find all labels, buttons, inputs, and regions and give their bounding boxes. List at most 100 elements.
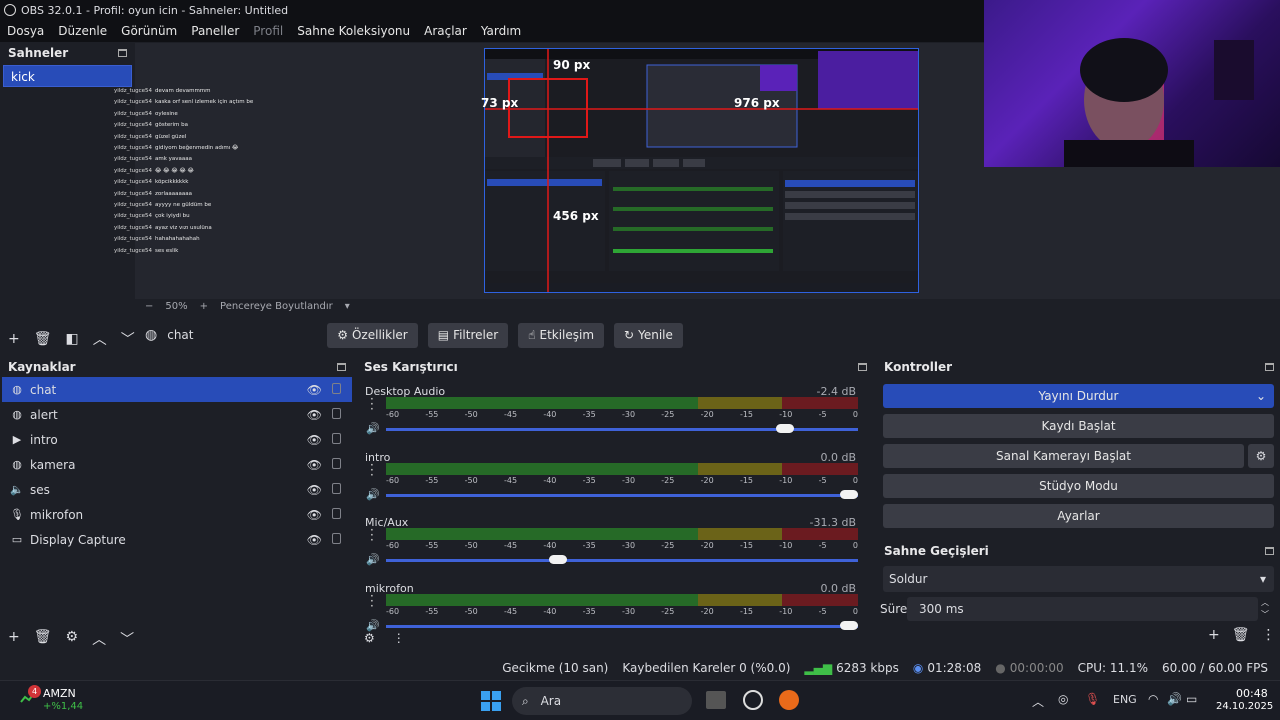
transition-select[interactable]: Soldur ▾ bbox=[883, 566, 1274, 592]
undock-icon[interactable] bbox=[1265, 363, 1274, 371]
source-settings-icon[interactable]: ⚙ bbox=[66, 629, 79, 649]
delete-scene-icon[interactable]: 🗑 bbox=[34, 331, 52, 347]
volume-slider-handle[interactable] bbox=[549, 555, 568, 564]
volume-slider-handle[interactable] bbox=[840, 489, 858, 499]
source-item[interactable]: ▶ intro 👁 bbox=[2, 427, 352, 452]
menu-sahne-koleksiyonu[interactable]: Sahne Koleksiyonu bbox=[297, 24, 410, 38]
lock-icon[interactable] bbox=[332, 533, 341, 544]
source-item[interactable]: ▭ Display Capture 👁 bbox=[2, 527, 352, 552]
source-item[interactable]: ◍ chat 👁 bbox=[2, 377, 352, 402]
clock-date[interactable]: 24.10.2025 bbox=[1216, 701, 1273, 712]
eye-icon[interactable]: 👁 bbox=[307, 533, 322, 547]
channel-menu-icon[interactable]: · · · bbox=[370, 459, 374, 481]
language-indicator[interactable]: ENG bbox=[1113, 693, 1137, 706]
lock-icon[interactable] bbox=[332, 483, 341, 494]
stop-stream-button[interactable]: Yayını Durdur ⌄ bbox=[883, 384, 1274, 408]
eye-icon[interactable]: 👁 bbox=[307, 433, 322, 447]
volume-slider-handle[interactable] bbox=[776, 424, 795, 433]
windows-start-icon[interactable] bbox=[481, 691, 501, 711]
source-item[interactable]: ◍ kamera 👁 bbox=[2, 452, 352, 477]
speaker-icon[interactable]: 🔊 bbox=[366, 619, 380, 632]
eye-icon[interactable]: 👁 bbox=[307, 458, 322, 472]
battery-icon[interactable]: ▭ bbox=[1186, 692, 1197, 706]
move-up-icon[interactable]: ︿ bbox=[93, 329, 107, 349]
channel-menu-icon[interactable]: · · · bbox=[370, 524, 374, 546]
delete-transition-icon[interactable]: 🗑 bbox=[1232, 627, 1250, 643]
menu-araclar[interactable]: Araçlar bbox=[424, 24, 467, 38]
wifi-icon[interactable]: ◠ bbox=[1148, 692, 1158, 706]
interact-button[interactable]: ☝ Etkileşim bbox=[518, 322, 605, 348]
vcam-settings-icon[interactable]: ⚙ bbox=[1248, 444, 1274, 468]
lock-icon[interactable] bbox=[332, 508, 341, 519]
menu-paneller[interactable]: Paneller bbox=[191, 24, 239, 38]
zoom-in-button[interactable]: + bbox=[200, 301, 208, 312]
undock-icon[interactable] bbox=[858, 363, 867, 371]
lock-icon[interactable] bbox=[332, 433, 341, 444]
speaker-icon[interactable]: 🔊 bbox=[366, 422, 380, 435]
properties-button[interactable]: ⚙ Özellikler bbox=[327, 322, 418, 348]
speaker-icon[interactable]: 🔊 bbox=[366, 488, 380, 501]
source-item[interactable]: ◍ alert 👁 bbox=[2, 402, 352, 427]
volume-slider[interactable] bbox=[386, 624, 858, 628]
add-transition-button[interactable]: + bbox=[1208, 627, 1220, 643]
source-item[interactable]: 🔈 ses 👁 bbox=[2, 477, 352, 502]
mixer-menu-icon[interactable]: ⋮ bbox=[393, 631, 405, 645]
speaker-icon[interactable]: 🔊 bbox=[366, 553, 380, 566]
taskbar-search[interactable]: ⌕ Ara bbox=[512, 687, 692, 715]
start-record-button[interactable]: Kaydı Başlat bbox=[883, 414, 1274, 438]
delete-source-icon[interactable]: 🗑 bbox=[34, 629, 52, 649]
channel-menu-icon[interactable]: · · · bbox=[370, 393, 374, 415]
move-up-icon[interactable]: ︿ bbox=[92, 629, 106, 649]
duration-input[interactable]: 300 ms bbox=[907, 597, 1258, 621]
eye-icon[interactable]: 👁 bbox=[307, 508, 322, 522]
move-down-icon[interactable]: ﹀ bbox=[120, 629, 134, 649]
scene-filter-icon[interactable]: ◧ bbox=[66, 331, 79, 347]
eye-icon[interactable]: 👁 bbox=[307, 408, 322, 422]
duration-label: Süre bbox=[880, 602, 908, 616]
task-view-icon[interactable] bbox=[706, 691, 726, 709]
clock-time[interactable]: 00:48 bbox=[1236, 687, 1268, 700]
zoom-out-button[interactable]: − bbox=[145, 301, 153, 312]
refresh-button[interactable]: ↻ Yenile bbox=[614, 322, 683, 348]
menu-dosya[interactable]: Dosya bbox=[7, 24, 44, 38]
firefox-icon[interactable] bbox=[779, 690, 799, 710]
volume-icon[interactable]: 🔊 bbox=[1167, 692, 1182, 706]
chevron-down-icon[interactable]: ⌄ bbox=[1256, 384, 1266, 408]
move-down-icon[interactable]: ﹀ bbox=[121, 329, 135, 349]
filters-button[interactable]: ▤ Filtreler bbox=[427, 322, 509, 348]
eye-icon[interactable]: 👁 bbox=[307, 383, 322, 397]
volume-slider[interactable] bbox=[386, 493, 858, 497]
source-item[interactable]: 🎙 mikrofon 👁 bbox=[2, 502, 352, 527]
stock-symbol[interactable]: AMZN bbox=[43, 687, 76, 700]
scene-item-kick[interactable]: kick bbox=[3, 65, 132, 87]
transition-menu-icon[interactable]: ⋮ bbox=[1262, 627, 1276, 643]
lock-icon[interactable] bbox=[332, 383, 341, 394]
mixer-settings-icon[interactable]: ⚙ bbox=[364, 631, 375, 645]
menu-profil[interactable]: Profil bbox=[253, 24, 283, 38]
settings-button[interactable]: Ayarlar bbox=[883, 504, 1274, 528]
measure-top: 90 px bbox=[553, 58, 591, 72]
start-virtual-camera-button[interactable]: Sanal Kamerayı Başlat bbox=[883, 444, 1244, 468]
add-scene-button[interactable]: + bbox=[8, 331, 20, 347]
channel-menu-icon[interactable]: · · · bbox=[370, 590, 374, 612]
add-source-button[interactable]: + bbox=[8, 629, 20, 649]
chevron-down-icon[interactable]: ▾ bbox=[345, 301, 350, 312]
undock-icon[interactable] bbox=[1265, 547, 1274, 555]
volume-slider[interactable] bbox=[386, 559, 858, 562]
fit-to-window[interactable]: Pencereye Boyutlandır bbox=[220, 301, 333, 312]
menu-gorunum[interactable]: Görünüm bbox=[121, 24, 177, 38]
studio-mode-button[interactable]: Stüdyo Modu bbox=[883, 474, 1274, 498]
microphone-icon[interactable]: 🎙 bbox=[1085, 692, 1100, 706]
undock-icon[interactable] bbox=[337, 363, 346, 371]
lock-icon[interactable] bbox=[332, 408, 341, 419]
menu-yardim[interactable]: Yardım bbox=[481, 24, 521, 38]
app-tray-icon[interactable]: ◎ bbox=[1058, 692, 1068, 706]
menu-duzenle[interactable]: Düzenle bbox=[58, 24, 107, 38]
duration-stepper[interactable]: ︿ ﹀ bbox=[1261, 597, 1269, 621]
eye-icon[interactable]: 👁 bbox=[307, 483, 322, 497]
chevron-up-icon[interactable]: ︿ bbox=[1032, 693, 1044, 710]
undock-icon[interactable] bbox=[118, 49, 127, 57]
lock-icon[interactable] bbox=[332, 458, 341, 469]
volume-slider-handle[interactable] bbox=[840, 620, 858, 630]
obs-taskbar-icon[interactable] bbox=[743, 690, 763, 710]
